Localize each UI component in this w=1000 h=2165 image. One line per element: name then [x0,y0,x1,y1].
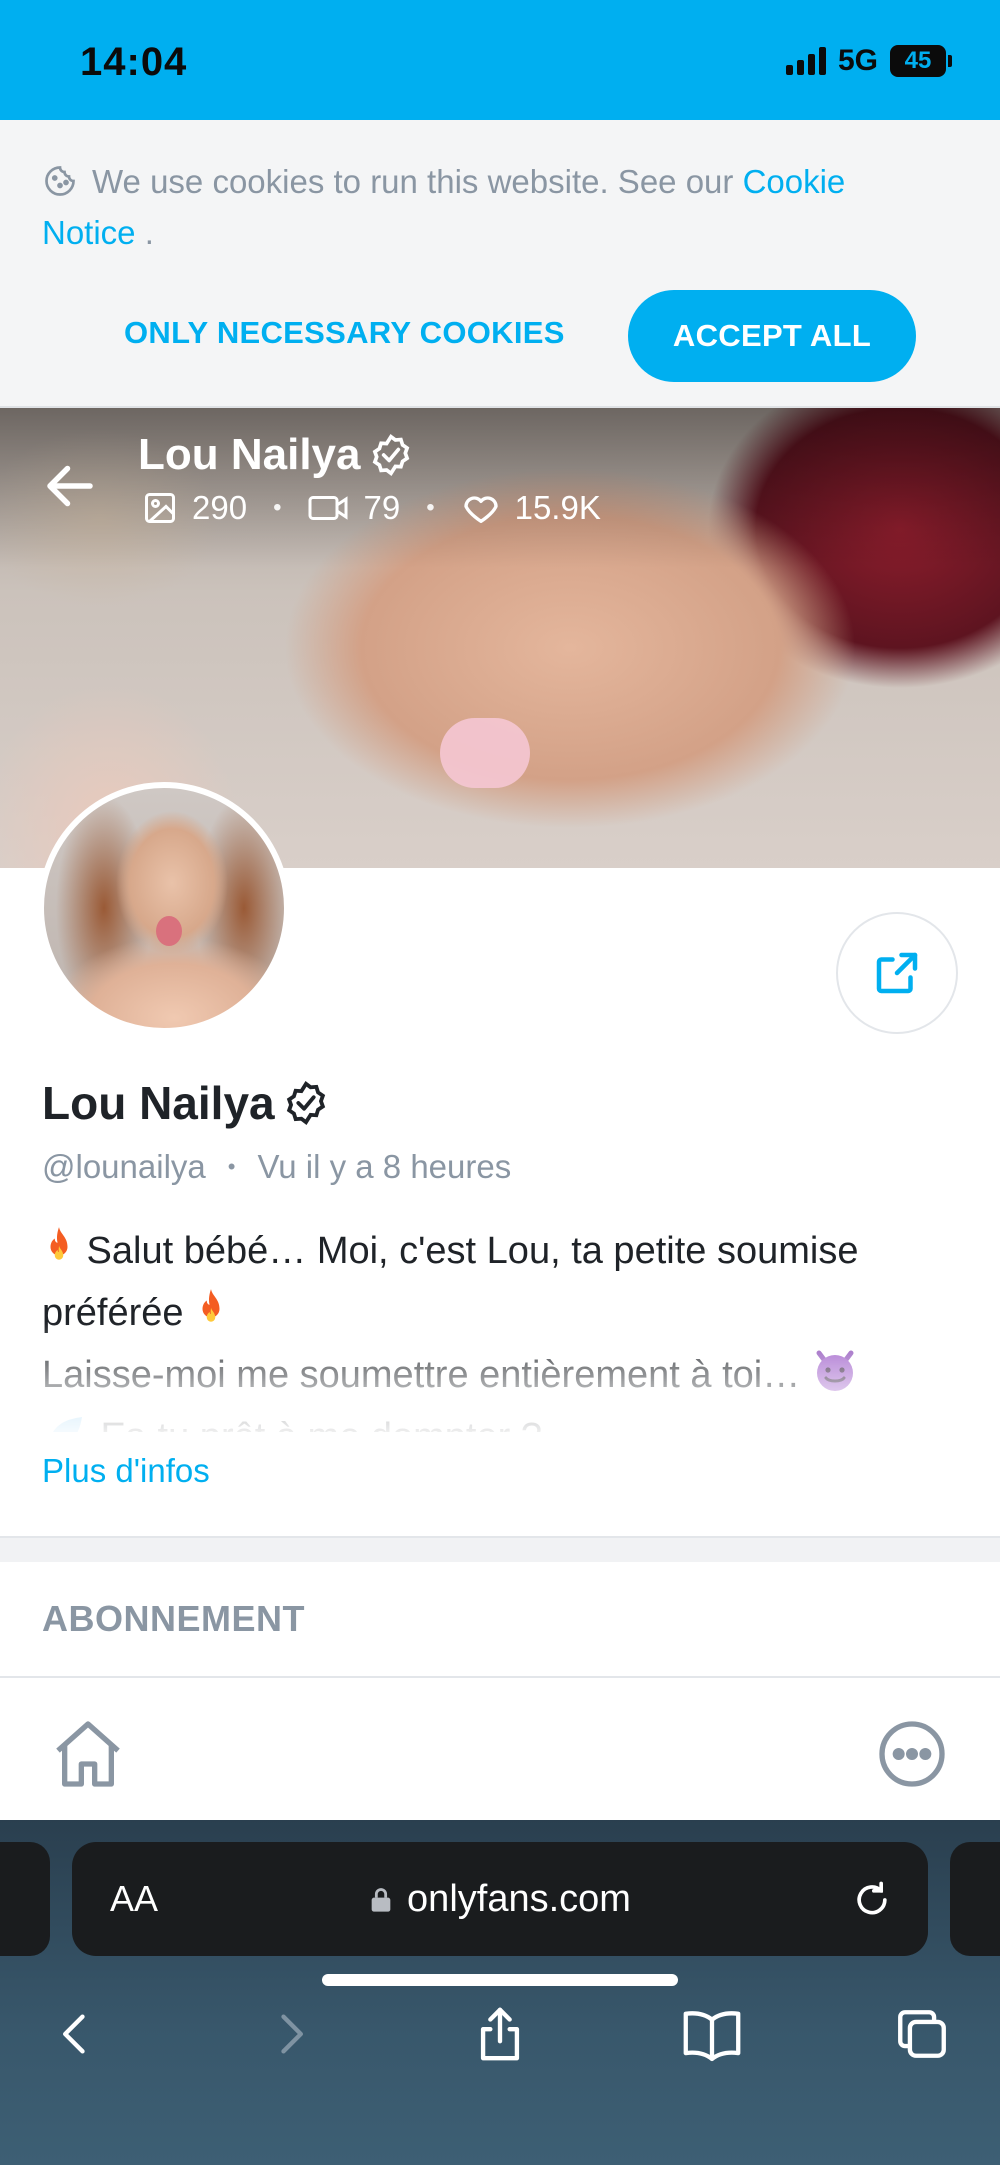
lock-icon [371,1887,391,1912]
avatar-detail [156,916,182,946]
image-count: 290 [142,489,247,527]
profile-name-text: Lou Nailya [42,1077,275,1129]
profile-handle: @lounailya [42,1148,206,1185]
battery-level: 45 [904,47,932,74]
section-divider [0,1536,1000,1562]
meta-separator: • [227,1154,236,1179]
next-tab-preview[interactable] [950,1842,1000,1956]
subscription-title: ABONNEMENT [42,1598,305,1639]
image-count-value: 290 [192,489,248,526]
cover-detail [440,718,530,788]
stat-separator: • [273,494,282,521]
browser-forward-button[interactable] [254,1998,326,2070]
cover-title: Lou Nailya [138,430,413,480]
network-type: 5G [837,44,878,77]
image-icon [145,493,175,523]
droplet-icon [52,1417,82,1432]
status-indicators: 5G 45 [785,44,952,78]
signal-icon [785,47,826,75]
video-count-value: 79 [363,489,401,526]
share-icon [480,2007,520,2061]
bio-paragraph: Laisse-moi me soumettre entièrement à to… [42,1344,942,1406]
url-display[interactable]: onlyfans.com [72,1878,928,1921]
bio-paragraph: Es-tu prêt à me dompter ? [42,1406,942,1432]
more-info-link[interactable]: Plus d'infos [42,1452,210,1490]
bio-line-3: Es-tu prêt à me dompter ? [90,1416,542,1432]
stat-separator: • [426,494,435,521]
home-icon [56,1721,120,1787]
bookmarks-button[interactable] [676,1998,748,2070]
likes-count-value: 15.9K [514,489,601,526]
bio-line-2: Laisse-moi me soumettre entièrement à to… [42,1354,811,1396]
share-icon [876,952,918,994]
tabs-button[interactable] [886,1998,958,2070]
cookie-trailing: . [135,214,154,251]
fire-icon [50,1227,68,1260]
tabs-icon [898,2010,946,2058]
likes-count: 15.9K [461,488,601,528]
previous-tab-preview[interactable] [0,1842,50,1956]
reload-icon [857,1881,887,1915]
battery-tip [948,55,952,67]
browser-tools [0,1978,1000,2088]
cookie-icon [45,166,75,196]
cookie-text: We use cookies to run this website. See … [92,163,734,200]
home-button[interactable] [48,1714,128,1794]
accept-all-button[interactable]: ACCEPT ALL [628,290,916,382]
back-button[interactable] [40,456,100,516]
profile-name: Lou Nailya [42,1076,329,1130]
last-seen: Vu il y a 8 heures [257,1148,512,1185]
heart-icon [463,496,498,523]
bio-paragraph: Salut bébé… Moi, c'est Lou, ta petite so… [42,1220,942,1344]
bio-line-1: Salut bébé… Moi, c'est Lou, ta petite so… [42,1230,859,1334]
profile-meta: @lounailya • Vu il y a 8 heures [42,1148,511,1186]
cookie-banner: We use cookies to run this website. See … [0,120,1000,408]
cover-stats: 290 • 79 • 15.9K [142,488,601,528]
more-button[interactable] [872,1714,952,1794]
home-indicator[interactable] [322,1974,678,1986]
verified-badge-icon [286,1081,325,1125]
profile-bio: Salut bébé… Moi, c'est Lou, ta petite so… [42,1220,942,1432]
app-bottom-nav [0,1678,1000,1820]
chevron-right-icon [281,2014,303,2054]
more-icon [879,1721,945,1787]
browser-share-button[interactable] [464,1998,536,2070]
fire-icon [202,1289,220,1322]
battery-icon: 45 [890,45,946,77]
necessary-cookies-button[interactable]: ONLY NECESSARY COOKIES [124,308,565,358]
status-time: 14:04 [80,40,188,84]
avatar[interactable] [38,782,290,1034]
video-count: 79 [307,489,400,527]
url-text: onlyfans.com [407,1878,631,1920]
chevron-left-icon [63,2014,85,2054]
devil-icon [816,1350,854,1391]
share-button[interactable] [836,912,958,1034]
address-bar[interactable]: AA onlyfans.com [72,1842,928,1956]
verified-badge-icon [372,434,409,476]
book-icon [683,2011,741,2062]
arrow-left-icon [47,465,93,507]
cookie-message: We use cookies to run this website. See … [42,156,942,258]
browser-toolbar: AA onlyfans.com [0,1820,1000,2165]
browser-back-button[interactable] [40,1998,112,2070]
cover-name: Lou Nailya [138,430,361,479]
status-bar: 14:04 5G 45 [0,0,1000,120]
reload-button[interactable] [850,1878,894,1922]
video-icon [308,496,348,520]
